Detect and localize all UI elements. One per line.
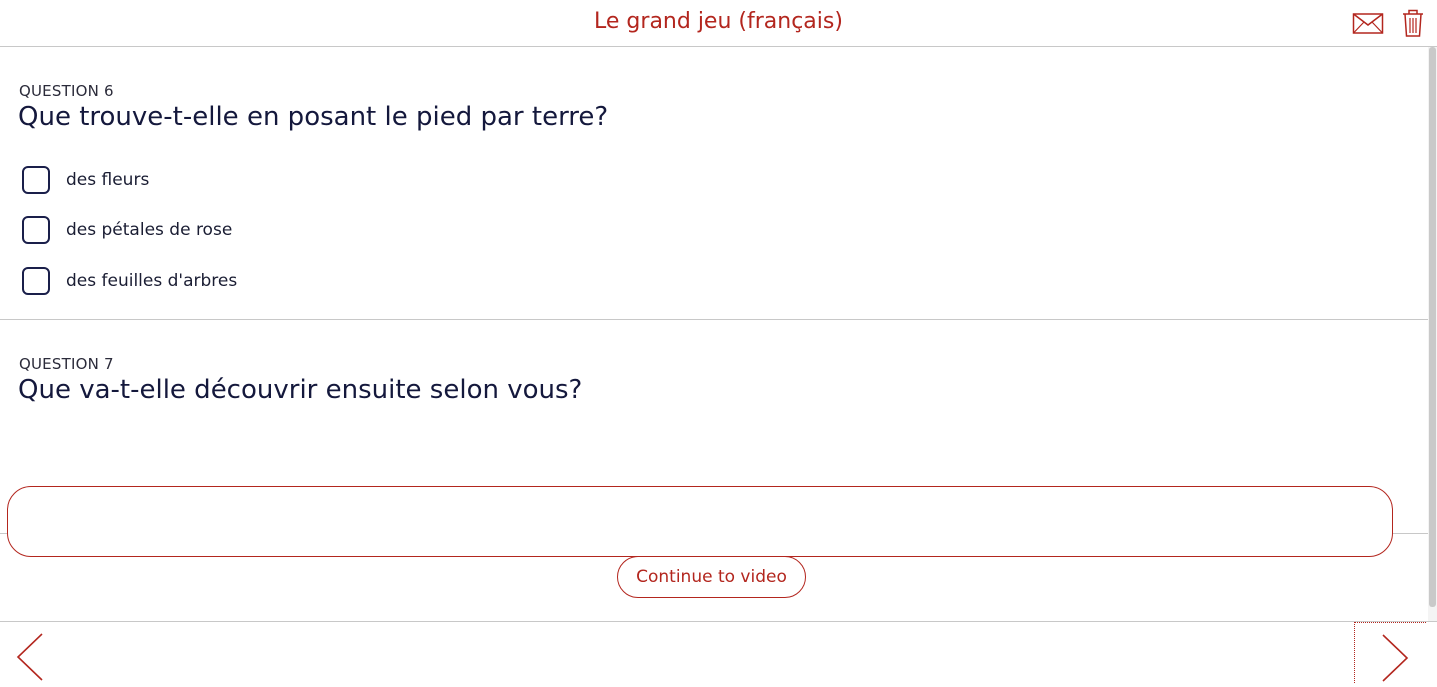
option-checkbox[interactable] (22, 267, 50, 295)
next-button[interactable] (1354, 622, 1426, 683)
scrollbar[interactable] (1428, 47, 1437, 621)
footer-nav (0, 621, 1437, 683)
answer-option[interactable]: des fleurs (22, 166, 149, 194)
envelope-icon[interactable] (1352, 8, 1384, 42)
answer-option[interactable]: des pétales de rose (22, 216, 232, 244)
app-header: Le grand jeu (français) (0, 0, 1437, 47)
answer-option[interactable]: des feuilles d'arbres (22, 267, 237, 295)
chevron-right-icon[interactable] (1379, 633, 1411, 687)
question-number: QUESTION 7 (19, 355, 114, 373)
option-label: des feuilles d'arbres (66, 271, 238, 291)
option-label: des pétales de rose (66, 220, 233, 240)
question-text: Que va-t-elle découvrir ensuite selon vo… (18, 375, 583, 405)
page-title: Le grand jeu (français) (594, 9, 843, 34)
quiz-content[interactable]: QUESTION 6 Que trouve-t-elle en posant l… (0, 47, 1428, 621)
question-7: QUESTION 7 Que va-t-elle découvrir ensui… (0, 320, 1428, 557)
continue-to-video-button[interactable]: Continue to video (617, 556, 806, 598)
option-checkbox[interactable] (22, 166, 50, 194)
chevron-left-icon[interactable] (14, 632, 46, 686)
question-text: Que trouve-t-elle en posant le pied par … (18, 102, 609, 132)
trash-icon[interactable] (1401, 7, 1425, 43)
option-checkbox[interactable] (22, 216, 50, 244)
answer-text-input[interactable] (7, 486, 1393, 557)
question-number: QUESTION 6 (19, 82, 114, 100)
question-6: QUESTION 6 Que trouve-t-elle en posant l… (0, 47, 1428, 320)
scrollbar-thumb[interactable] (1429, 47, 1436, 607)
option-label: des fleurs (66, 170, 150, 190)
